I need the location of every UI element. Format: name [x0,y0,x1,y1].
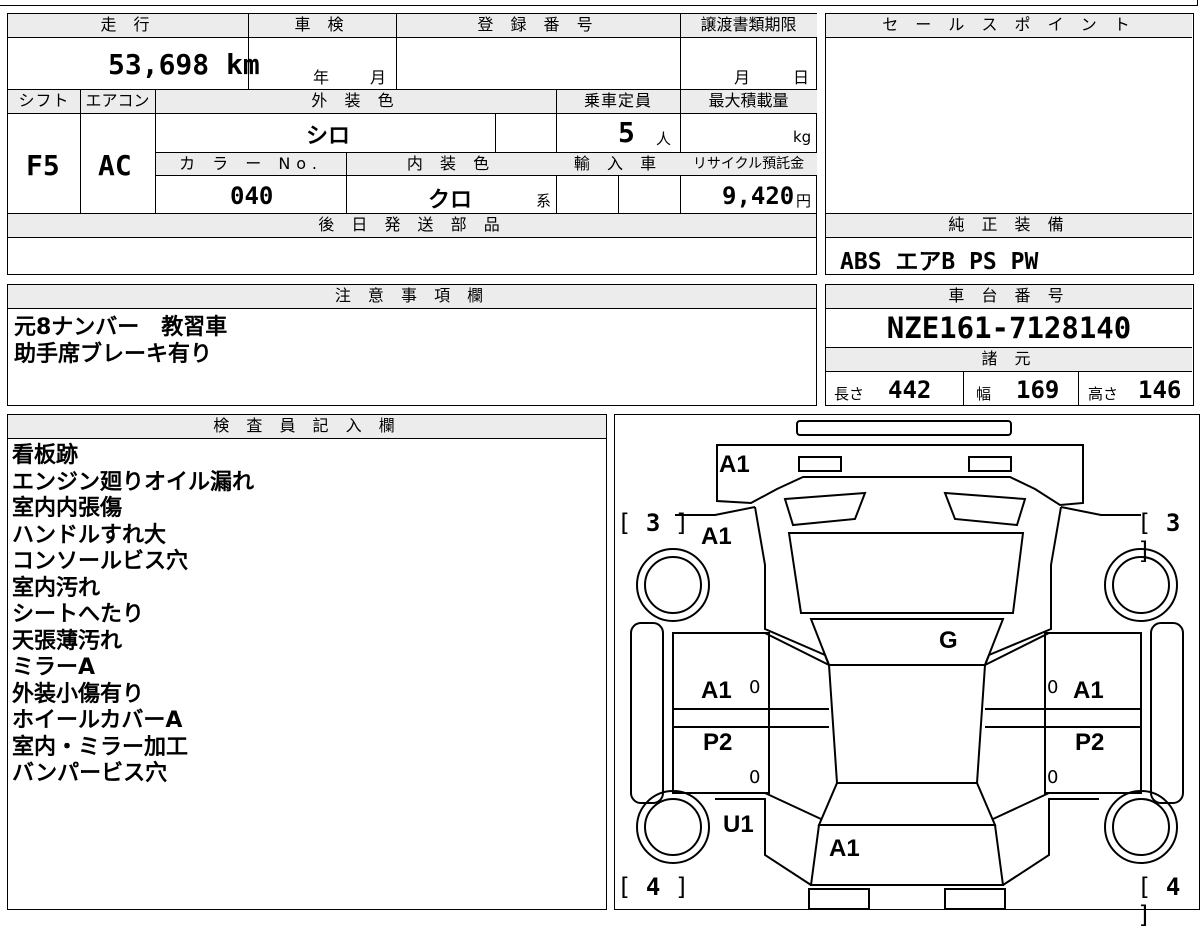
recycle-amount: 9,420 [722,182,795,210]
sales-point-header: セ ー ル ス ポ イ ン ト [826,14,1192,38]
shift-value: F5 [26,149,60,182]
chassis-box: 車 台 番 号 NZE161-7128140 諸 元 長さ 442 幅 169 … [825,284,1194,406]
list-item: コンソールビス穴 [12,549,189,574]
inspection-year-label: 年 [313,68,330,87]
color-no-value: 040 [230,182,274,210]
list-item: シートへたり [12,602,145,627]
list-item: 室内内張傷 [12,496,123,521]
tire-front-left: [ 3 ] [617,509,690,537]
notes-header: 注 意 事 項 欄 [8,285,816,309]
height-label: 高さ [1088,385,1119,403]
height-value: 146 [1138,376,1182,404]
damage-right-rear-door: P2 [1075,729,1105,756]
specs-header: 諸 元 [826,348,1192,372]
interior-color-suffix: 系 [536,192,552,210]
list-item: 天張薄汚れ [12,628,123,654]
damage-left-rear-quarter: U1 [723,811,754,838]
list-item: 室内・ミラー加工 [12,734,189,760]
damage-left-front-door: A1 [701,677,732,704]
deadline-month-label: 月 [734,68,751,87]
note-line: 助手席ブレーキ有り [14,342,213,367]
genuine-equipment-header: 純 正 装 備 [826,214,1192,238]
zero-marker: 0 [1047,677,1059,698]
aircon-header: エアコン [80,90,155,114]
list-item: 看板跡 [12,443,79,468]
chassis-number-header: 車 台 番 号 [826,285,1192,309]
list-item: ホイールカバーA [12,708,183,733]
capacity-value: 5 [618,116,635,149]
zero-marker: 0 [749,677,761,698]
inspector-notes-header: 検 査 員 記 入 欄 [8,415,606,439]
list-item: エンジン廻りオイル漏れ [12,469,255,495]
list-item: 室内汚れ [12,575,101,601]
notes-box: 注 意 事 項 欄 元8ナンバー 教習車 助手席ブレーキ有り [7,284,817,406]
max-load-header: 最大積載量 [680,90,817,114]
damage-front-bumper: A1 [719,451,750,478]
later-parts-header: 後 日 発 送 部 品 [8,214,816,238]
width-value: 169 [1016,376,1060,404]
deadline-day-label: 日 [793,68,810,87]
list-item: ミラーA [12,655,96,680]
interior-color-value: クロ [428,188,473,213]
damage-roof: G [939,627,958,654]
width-label: 幅 [976,385,992,403]
length-value: 442 [888,376,932,404]
car-diagram-box: A1 A1 G A1 A1 P2 P2 U1 A1 0 0 0 0 [ 3 ] … [614,414,1200,929]
tire-rear-right: [ 4 ] [1137,873,1181,929]
car-diagram [630,420,1184,909]
import-header: 輸 入 車 [556,153,680,176]
damage-right-front-door: A1 [1073,677,1104,704]
list-item: ハンドルすれ大 [12,522,167,548]
registration-header: 登 録 番 号 [396,14,680,38]
top-strip [0,0,1198,6]
inspector-notes-list: 看板跡 エンジン廻りオイル漏れ 室内内張傷 ハンドルすれ大 コンソールビス穴 室… [12,443,254,788]
damage-hood: A1 [701,523,732,550]
capacity-unit: 人 [656,130,672,148]
inspection-month-label: 月 [370,68,387,87]
inspection-header: 車 検 [248,14,396,38]
length-label: 長さ [834,385,865,403]
mileage-header: 走 行 [8,14,248,38]
transfer-deadline-header: 譲渡書類期限 [680,14,817,38]
damage-trunk: A1 [829,835,860,862]
aircon-value: AC [98,149,132,182]
mileage-value: 53,698 km [108,48,260,81]
vehicle-info-table: 走 行 車 検 登 録 番 号 譲渡書類期限 53,698 km 年 月 月 日… [7,13,817,275]
shift-header: シフト [8,90,80,114]
note-line: 元8ナンバー 教習車 [14,315,228,340]
interior-color-header: 内 装 色 [346,153,556,176]
damage-left-rear-door: P2 [703,729,733,756]
recycle-header: リサイクル預託金 [680,153,817,176]
zero-marker: 0 [749,767,761,788]
list-item: バンパービス穴 [12,761,168,786]
max-load-unit: kg [793,128,812,146]
chassis-number-value: NZE161-7128140 [886,311,1132,345]
exterior-color-header: 外 装 色 [155,90,556,114]
exterior-color-value: シロ [306,124,351,149]
capacity-header: 乗車定員 [556,90,680,114]
tire-front-right: [ 3 ] [1137,509,1181,565]
inspector-notes-box: 検 査 員 記 入 欄 看板跡 エンジン廻りオイル漏れ 室内内張傷 ハンドルすれ… [7,414,607,910]
genuine-equipment-value: ABS エアB PS PW [840,249,1039,275]
color-no-header: カ ラ ー No. [156,153,346,176]
zero-marker: 0 [1047,767,1059,788]
list-item: 外装小傷有り [12,681,145,707]
sales-point-box: セ ー ル ス ポ イ ン ト 純 正 装 備 ABS エアB PS PW [825,13,1194,275]
recycle-unit: 円 [796,192,812,210]
tire-rear-left: [ 4 ] [617,873,690,901]
